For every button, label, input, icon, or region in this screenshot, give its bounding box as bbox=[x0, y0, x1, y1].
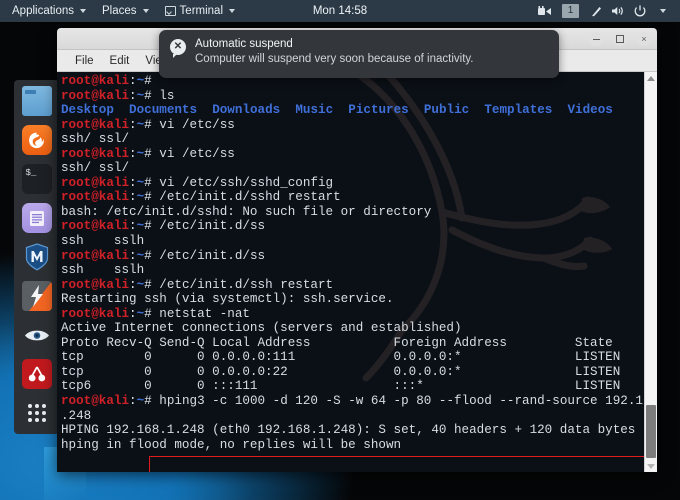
dock-item-terminal[interactable]: $_ bbox=[21, 164, 52, 194]
close-button[interactable]: × bbox=[637, 32, 651, 46]
minimize-button[interactable] bbox=[589, 32, 603, 46]
notification-body: Computer will suspend very soon because … bbox=[195, 53, 474, 65]
desktop: Applications Places Terminal Mon 14:58 1… bbox=[0, 0, 680, 500]
notification-title: Automatic suspend bbox=[195, 38, 293, 50]
dock-item-text-editor[interactable] bbox=[21, 203, 52, 233]
chevron-down-icon bbox=[229, 9, 236, 13]
dock-item-maltego[interactable] bbox=[21, 359, 52, 389]
dock-item-firefox[interactable] bbox=[21, 125, 52, 155]
power-icon[interactable] bbox=[630, 0, 650, 22]
terminal-screen[interactable]: root@kali:~# root@kali:~# ls Desktop Doc… bbox=[57, 72, 644, 472]
notification-popup[interactable]: ✕ Automatic suspend Computer will suspen… bbox=[159, 30, 559, 78]
top-panel: Applications Places Terminal Mon 14:58 1 bbox=[0, 0, 680, 22]
volume-icon[interactable] bbox=[608, 0, 628, 22]
window-controls: × bbox=[589, 28, 651, 50]
workspace-indicator[interactable]: 1 bbox=[562, 4, 579, 18]
dock-item-wireshark[interactable] bbox=[22, 320, 52, 350]
maximize-button[interactable] bbox=[613, 32, 627, 46]
chevron-down-icon bbox=[142, 9, 149, 13]
panel-status-area: 1 bbox=[535, 0, 680, 22]
menu-applications-label: Applications bbox=[12, 5, 75, 17]
scrollbar-down-button[interactable] bbox=[645, 460, 657, 472]
menu-places-label: Places bbox=[102, 5, 137, 17]
menu-file[interactable]: File bbox=[67, 50, 102, 72]
scrollbar-thumb[interactable] bbox=[646, 405, 656, 458]
menu-applications[interactable]: Applications bbox=[0, 0, 94, 22]
dock-item-burpsuite[interactable] bbox=[21, 281, 52, 311]
message-close-icon: ✕ bbox=[170, 39, 186, 58]
menu-terminal-label: Terminal bbox=[179, 5, 224, 17]
grid-icon bbox=[27, 404, 46, 422]
terminal-body[interactable]: root@kali:~# root@kali:~# ls Desktop Doc… bbox=[57, 72, 657, 472]
dock-item-metasploit[interactable] bbox=[22, 242, 52, 272]
dock-item-show-applications[interactable] bbox=[22, 398, 52, 428]
command-highlight-annotation bbox=[149, 456, 644, 472]
dock-item-terminal-glyph: $_ bbox=[25, 168, 37, 178]
notification-text: Automatic suspend Computer will suspend … bbox=[195, 37, 473, 67]
chevron-down-icon bbox=[80, 9, 87, 13]
menu-edit[interactable]: Edit bbox=[102, 50, 138, 72]
dock-item-files[interactable] bbox=[21, 86, 52, 116]
network-icon[interactable] bbox=[586, 0, 606, 22]
scrollbar-up-button[interactable] bbox=[645, 72, 657, 84]
terminal-output: root@kali:~# root@kali:~# ls Desktop Doc… bbox=[61, 74, 644, 452]
chevron-down-icon[interactable] bbox=[652, 0, 672, 22]
terminal-scrollbar[interactable] bbox=[644, 72, 657, 472]
screencast-icon[interactable] bbox=[535, 0, 555, 22]
application-dock: $_ bbox=[14, 80, 59, 434]
terminal-window[interactable]: × File Edit View root@kali:~# root@kali:… bbox=[57, 28, 657, 472]
menu-terminal[interactable]: Terminal bbox=[157, 0, 243, 22]
terminal-icon bbox=[164, 6, 176, 16]
menu-places[interactable]: Places bbox=[94, 0, 157, 22]
